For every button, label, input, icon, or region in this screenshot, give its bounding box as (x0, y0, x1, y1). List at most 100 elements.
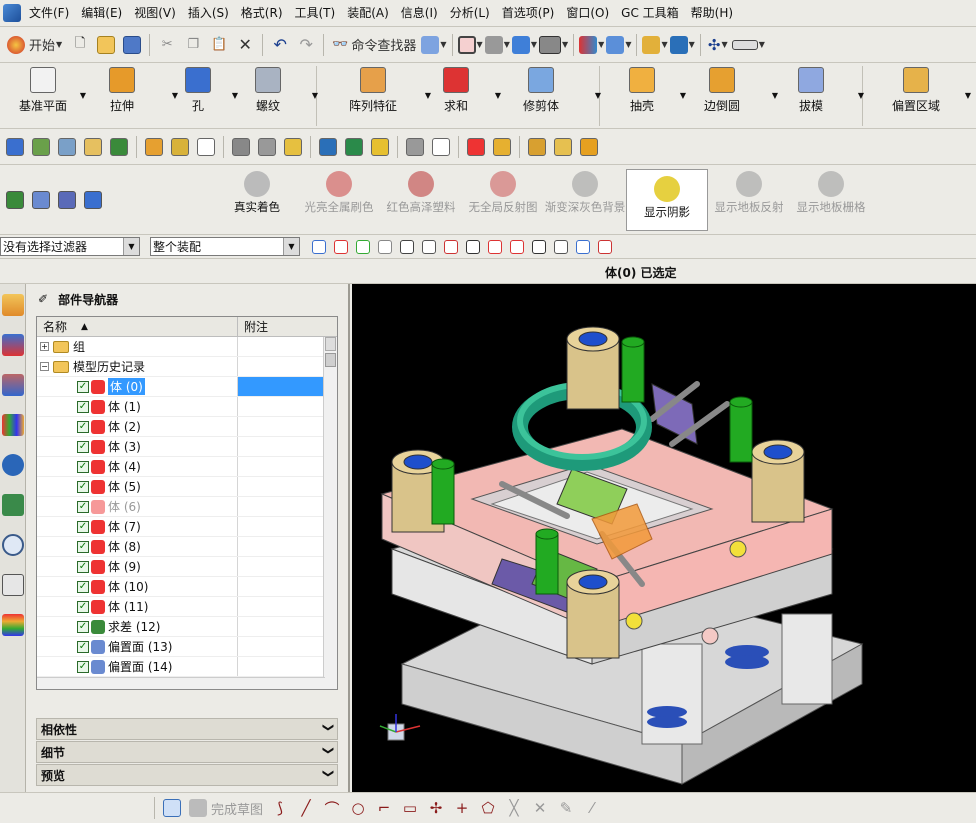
selection-scope-dropdown[interactable]: 整个装配 ▼ (150, 237, 300, 256)
utility-tool-18-icon[interactable] (525, 135, 549, 159)
render-style-button-6[interactable]: 显示地板反射 (708, 165, 790, 234)
expand-icon[interactable]: + (40, 342, 49, 351)
tree-row[interactable]: ✓ 体 (1) (37, 397, 337, 417)
assembly-tool-0-icon[interactable] (3, 188, 27, 212)
tree-row[interactable]: ✓ 体 (7) (37, 517, 337, 537)
snap-point-11-icon[interactable] (551, 237, 571, 257)
assembly-tool-2-icon[interactable] (55, 188, 79, 212)
tree-horizontal-scrollbar[interactable] (37, 677, 325, 689)
snap-point-2-icon[interactable] (353, 237, 373, 257)
visibility-checkbox[interactable]: ✓ (77, 380, 89, 393)
feature-button-5[interactable]: 求和 ▼ (421, 63, 501, 128)
visibility-checkbox[interactable]: ✓ (77, 440, 89, 453)
command-finder-button[interactable]: 👓 命令查找器 (329, 33, 419, 57)
tree-row[interactable]: ✓ 体 (4) (37, 457, 337, 477)
delete-icon[interactable]: ✕ (233, 33, 257, 57)
utility-tool-5-icon[interactable] (142, 135, 166, 159)
column-header-note[interactable]: 附注 (237, 317, 323, 336)
mold-assembly-model[interactable] (352, 284, 976, 792)
menu-item-8[interactable]: 分析(L) (444, 0, 496, 26)
utility-tool-13-icon[interactable] (368, 135, 392, 159)
tree-row[interactable]: ✓ 体 (11) (37, 597, 337, 617)
feature-button-7[interactable]: 抽壳 ▼ (608, 63, 686, 128)
snap-point-7-icon[interactable] (463, 237, 483, 257)
utility-tool-0-icon[interactable] (3, 135, 27, 159)
sketch-tool-5-icon[interactable]: ▭ (398, 796, 422, 820)
utility-tool-7-icon[interactable] (194, 135, 218, 159)
snap-point-3-icon[interactable] (375, 237, 395, 257)
undo-icon[interactable]: ↶ (268, 33, 292, 57)
menu-item-11[interactable]: GC 工具箱 (615, 0, 685, 26)
tree-row[interactable]: ✓ 求差 (12) (37, 617, 337, 637)
tree-row[interactable]: ✓ 体 (2) (37, 417, 337, 437)
utility-tool-4-icon[interactable] (107, 135, 131, 159)
render-style-button-3[interactable]: 无全局反射图 (462, 165, 544, 234)
sketch-tool-4-icon[interactable]: ⌐ (372, 796, 396, 820)
measure-icon[interactable]: ▼ (731, 33, 765, 57)
menu-item-2[interactable]: 视图(V) (128, 0, 182, 26)
visibility-checkbox[interactable]: ✓ (77, 500, 89, 513)
visibility-checkbox[interactable]: ✓ (77, 600, 89, 613)
background-icon[interactable]: ▼ (539, 33, 568, 57)
sketch-tool-1-icon[interactable]: ╱ (294, 796, 318, 820)
visibility-checkbox[interactable]: ✓ (77, 540, 89, 553)
navigator-panel-0[interactable]: 相依性 ❯ (36, 718, 338, 740)
snap-point-8-icon[interactable] (485, 237, 505, 257)
utility-tool-2-icon[interactable] (55, 135, 79, 159)
clock-icon[interactable] (2, 534, 24, 556)
snap-point-12-icon[interactable] (573, 237, 593, 257)
tree-vertical-scrollbar[interactable] (323, 337, 337, 689)
grid-icon[interactable]: ✣ ▼ (706, 33, 730, 57)
chevron-down-icon[interactable]: ▼ (595, 91, 601, 100)
navigator-panel-1[interactable]: 细节 ❯ (36, 741, 338, 763)
utility-tool-10-icon[interactable] (281, 135, 305, 159)
snap-point-13-icon[interactable] (595, 237, 615, 257)
snap-icon[interactable]: ▼ (669, 33, 695, 57)
utility-tool-12-icon[interactable] (342, 135, 366, 159)
feature-button-9[interactable]: 拔模 ▼ (768, 63, 864, 128)
sketch-tool-2-icon[interactable]: ⌒ (320, 796, 344, 820)
chevron-down-icon[interactable]: ▼ (858, 91, 864, 100)
collapse-icon[interactable]: − (40, 362, 49, 371)
tree-row[interactable]: ✓ 体 (5) (37, 477, 337, 497)
render-style-icon[interactable]: ▼ (511, 33, 537, 57)
chevron-down-icon[interactable]: ▼ (312, 91, 318, 100)
utility-tool-6-icon[interactable] (168, 135, 192, 159)
part-navigator-icon[interactable] (2, 374, 24, 396)
tree-row[interactable]: ✓ 偏置面 (14) (37, 657, 337, 677)
feature-button-10[interactable]: 偏置区域 ▼ (871, 63, 971, 128)
render-style-button-2[interactable]: 红色高泽塑料 (380, 165, 462, 234)
menu-item-4[interactable]: 格式(R) (235, 0, 289, 26)
snap-point-0-icon[interactable] (309, 237, 329, 257)
system-materials-icon[interactable] (2, 574, 24, 596)
open-folder-icon[interactable] (94, 33, 118, 57)
snap-point-1-icon[interactable] (331, 237, 351, 257)
sketch-tool-12-icon[interactable]: ⁄ (580, 796, 604, 820)
tree-row-history[interactable]: − 模型历史记录 (37, 357, 337, 377)
tree-row[interactable]: ✓ 体 (8) (37, 537, 337, 557)
feature-button-3[interactable]: 螺纹 ▼ (228, 63, 318, 128)
tree-row[interactable]: ✓ 体 (9) (37, 557, 337, 577)
menu-item-9[interactable]: 首选项(P) (496, 0, 561, 26)
utility-tool-1-icon[interactable] (29, 135, 53, 159)
assembly-tool-3-icon[interactable] (81, 188, 105, 212)
feature-button-8[interactable]: 边倒圆 ▼ (676, 63, 778, 128)
menu-item-12[interactable]: 帮助(H) (685, 0, 739, 26)
menu-item-10[interactable]: 窗口(O) (560, 0, 615, 26)
reuse-library-icon[interactable] (2, 414, 24, 436)
navigator-panel-2[interactable]: 预览 ❯ (36, 764, 338, 786)
new-file-icon[interactable]: 🗋 (68, 33, 92, 57)
utility-tool-15-icon[interactable] (429, 135, 453, 159)
sketch-tool-7-icon[interactable]: + (450, 796, 474, 820)
sketch-tool-10-icon[interactable]: ✕ (528, 796, 552, 820)
tree-row[interactable]: ✓ 体 (0) (37, 377, 337, 397)
paste-icon[interactable]: 📋 (207, 33, 231, 57)
assembly-navigator-icon[interactable] (2, 294, 24, 316)
sketch-tool-11-icon[interactable]: ✎ (554, 796, 578, 820)
tree-row[interactable]: ✓ 偏置面 (13) (37, 637, 337, 657)
menu-item-3[interactable]: 插入(S) (182, 0, 235, 26)
sketch-tool-6-icon[interactable]: ✢ (424, 796, 448, 820)
feature-button-2[interactable]: 孔 ▼ (168, 63, 238, 128)
menu-item-6[interactable]: 装配(A) (341, 0, 395, 26)
chevron-down-icon[interactable]: ▼ (965, 91, 971, 100)
